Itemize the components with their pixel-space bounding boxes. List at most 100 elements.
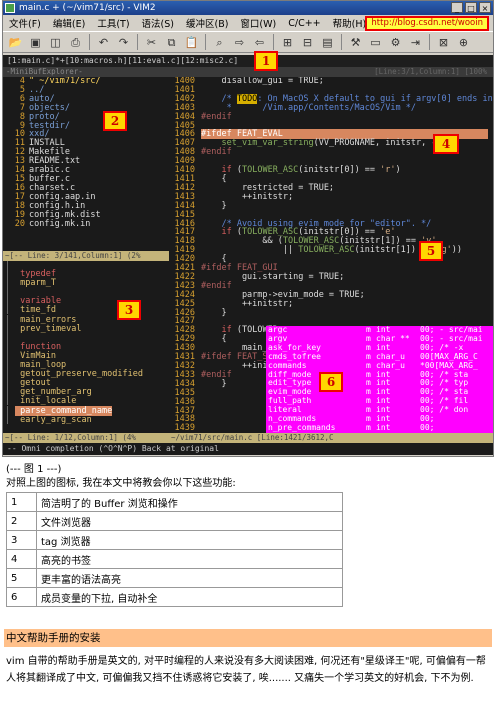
feature-row: 1 简洁明了的 Buffer 浏览和操作 — [6, 492, 343, 512]
explorer-entry[interactable]: 14 arabic.c — [3, 166, 169, 175]
omni-completion-popup[interactable]: argc m int 00; - src/mai argv m char ** 00; - s… — [266, 326, 493, 433]
taglist-entry[interactable]: | prev_timeval — [3, 323, 169, 334]
find-prev-icon[interactable]: ⇦ — [251, 34, 268, 51]
find-next-icon[interactable]: ⇨ — [231, 34, 248, 51]
feature-text: 成员变量的下拉, 自动补全 — [36, 587, 343, 607]
code-header-status: [Line:3/1,Column:1] [100% — [169, 67, 493, 77]
explorer-entry[interactable]: 12 Makefile — [3, 148, 169, 157]
explorer-entry[interactable]: 15 buffer.c — [3, 175, 169, 184]
feature-text: tag 浏览器 — [36, 530, 343, 550]
explorer-status-line: ~[-- Line: 3/141,Column:1] (2% — [3, 251, 169, 261]
minimize-button[interactable]: _ — [451, 2, 463, 13]
explorer-entry[interactable]: 6 auto/ — [3, 94, 169, 104]
save-all-icon[interactable]: ◫ — [47, 34, 64, 51]
taglist-entry-name: mparm_T — [15, 278, 56, 289]
maximize-button[interactable]: □ — [465, 2, 477, 13]
badge-1: 1 — [254, 51, 278, 71]
open-icon[interactable]: 📂 — [7, 34, 24, 51]
line-number: 20 — [14, 218, 25, 229]
help-icon[interactable]: ⊠ — [435, 34, 452, 51]
explorer-entry[interactable]: 5 ../ — [3, 85, 169, 95]
explorer-entry[interactable]: 20 config.mk.in — [3, 218, 169, 229]
completion-field-d: 00; — [420, 415, 435, 424]
feature-text: 更丰富的语法高亮 — [36, 568, 343, 588]
buffer-tabline[interactable]: [1:main.c]*+[10:macros.h][11:eval.c][12:… — [3, 55, 493, 67]
explorer-entry[interactable]: 8 proto/ — [3, 112, 169, 122]
completion-field-d: 00; /* fil — [420, 397, 469, 406]
toolbar-divider — [429, 34, 430, 50]
completion-item[interactable]: n_pre_commands m int 00; — [266, 423, 493, 433]
explorer-entry[interactable]: 13 README.txt — [3, 157, 169, 166]
print-icon[interactable]: ⎙ — [67, 34, 84, 51]
explorer-entry[interactable]: 17 config.aap.in — [3, 192, 169, 202]
menu-cpp[interactable]: C/C++ — [288, 18, 320, 29]
code-line[interactable]: 1426 } — [169, 308, 493, 318]
feature-row: 5 更丰富的语法高亮 — [6, 568, 343, 588]
feature-number: 6 — [6, 587, 37, 607]
menu-file[interactable]: 文件(F) — [9, 16, 41, 30]
completion-field-d: 00; /* -x — [420, 343, 464, 352]
explorer-entry[interactable]: 9 testdir/ — [3, 121, 169, 131]
feature-row: 6 成员变量的下拉, 自动补全 — [6, 587, 343, 607]
menu-tools[interactable]: 工具(T) — [97, 16, 129, 30]
code-status-line: ~/vim71/src/main.c [Line:1421/3612,C — [169, 433, 493, 443]
blog-url-label: http://blog.csdn.net/wooin — [365, 16, 489, 31]
file-explorer[interactable]: 4 " ~/vim71/src/5 ../6 auto/7 objects/8 proto… — [3, 77, 169, 251]
toolbar-divider — [273, 34, 274, 50]
copy-icon[interactable]: ⧉ — [163, 34, 180, 51]
explorer-entry-name: config.mk.in — [29, 218, 91, 229]
make-icon[interactable]: ⚒ — [347, 34, 364, 51]
completion-field-d: 00; - src/mai — [420, 326, 483, 334]
menu-bar: 文件(F) 编辑(E) 工具(T) 语法(S) 缓冲区(B) 窗口(W) C/C… — [3, 15, 493, 31]
command-line: -- Omni completion (^O^N^P) Back at orig… — [3, 443, 493, 455]
find-help-icon[interactable]: ⊕ — [455, 34, 472, 51]
badge-6: 6 — [319, 372, 343, 392]
close-button[interactable]: × — [479, 2, 491, 13]
find-replace-icon[interactable]: ⌕ — [211, 34, 228, 51]
shell-icon[interactable]: ▭ — [367, 34, 384, 51]
menu-edit[interactable]: 编辑(E) — [53, 16, 85, 30]
explorer-entry[interactable]: 11 INSTALL — [3, 139, 169, 148]
load-session-icon[interactable]: ⊞ — [279, 34, 296, 51]
undo-icon[interactable]: ↶ — [95, 34, 112, 51]
taglist-entry-name: init_locale — [15, 396, 77, 407]
completion-field-d: 00; /* don — [420, 406, 469, 415]
feature-number: 4 — [6, 549, 37, 569]
toolbar-divider — [89, 34, 90, 50]
vim-window: main.c + (~/vim71/src) - VIM2 _ □ × 文件(F… — [2, 0, 494, 457]
completion-field-d: 00; — [420, 423, 435, 432]
menu-syntax[interactable]: 语法(S) — [142, 16, 174, 30]
save-session-icon[interactable]: ⊟ — [299, 34, 316, 51]
completion-field-d: *00[MAX_ARG_ — [420, 361, 478, 370]
feature-row: 2 文件浏览器 — [6, 511, 343, 531]
cut-icon[interactable]: ✂ — [143, 34, 160, 51]
redo-icon[interactable]: ↷ — [115, 34, 132, 51]
vim-app-icon — [5, 3, 15, 13]
feature-text: 高亮的书签 — [36, 549, 343, 569]
taglist-entry[interactable]: | early_arg_scan — [3, 414, 169, 425]
paste-icon[interactable]: 📋 — [183, 34, 200, 51]
intro-text: 对照上图的图标, 我在本文中将教会你以下这些功能: — [6, 478, 236, 489]
explorer-entry[interactable]: 10 xxd/ — [3, 130, 169, 139]
menu-window[interactable]: 窗口(W) — [240, 16, 276, 30]
code-line[interactable]: 1400 disallow_gui = TRUE; — [169, 77, 493, 86]
feature-table: 1 简洁明了的 Buffer 浏览和操作 2 文件浏览器 3 tag 浏览器 4 高亮的书签 5… — [6, 492, 343, 607]
taglist-entry[interactable]: | mparm_T — [3, 279, 169, 288]
taglist-pane[interactable]: | | typedef | mparm_T | | variable | time_fd |… — [3, 261, 169, 433]
completion-field-d: 00; - src/mai — [420, 334, 483, 343]
explorer-entry[interactable]: 7 objects/ — [3, 103, 169, 113]
code-line[interactable]: 1404 #endif — [169, 112, 493, 122]
run-script-icon[interactable]: ▤ — [319, 34, 336, 51]
feature-number: 2 — [6, 511, 37, 531]
run-ctags-icon[interactable]: ⚙ — [387, 34, 404, 51]
taglist-entry-name: early_arg_scan — [15, 414, 92, 425]
explorer-entry[interactable]: 4 " ~/vim71/src/ — [3, 77, 169, 86]
save-icon[interactable]: ▣ — [27, 34, 44, 51]
toolbar-divider — [341, 34, 342, 50]
menu-help[interactable]: 帮助(H) — [333, 16, 367, 30]
menu-buffers[interactable]: 缓冲区(B) — [186, 16, 228, 30]
toolbar-divider — [137, 34, 138, 50]
code-line[interactable]: 1414 } — [169, 201, 493, 211]
tag-jump-icon[interactable]: ⇥ — [407, 34, 424, 51]
taglist-entry-name: prev_timeval — [15, 323, 82, 334]
